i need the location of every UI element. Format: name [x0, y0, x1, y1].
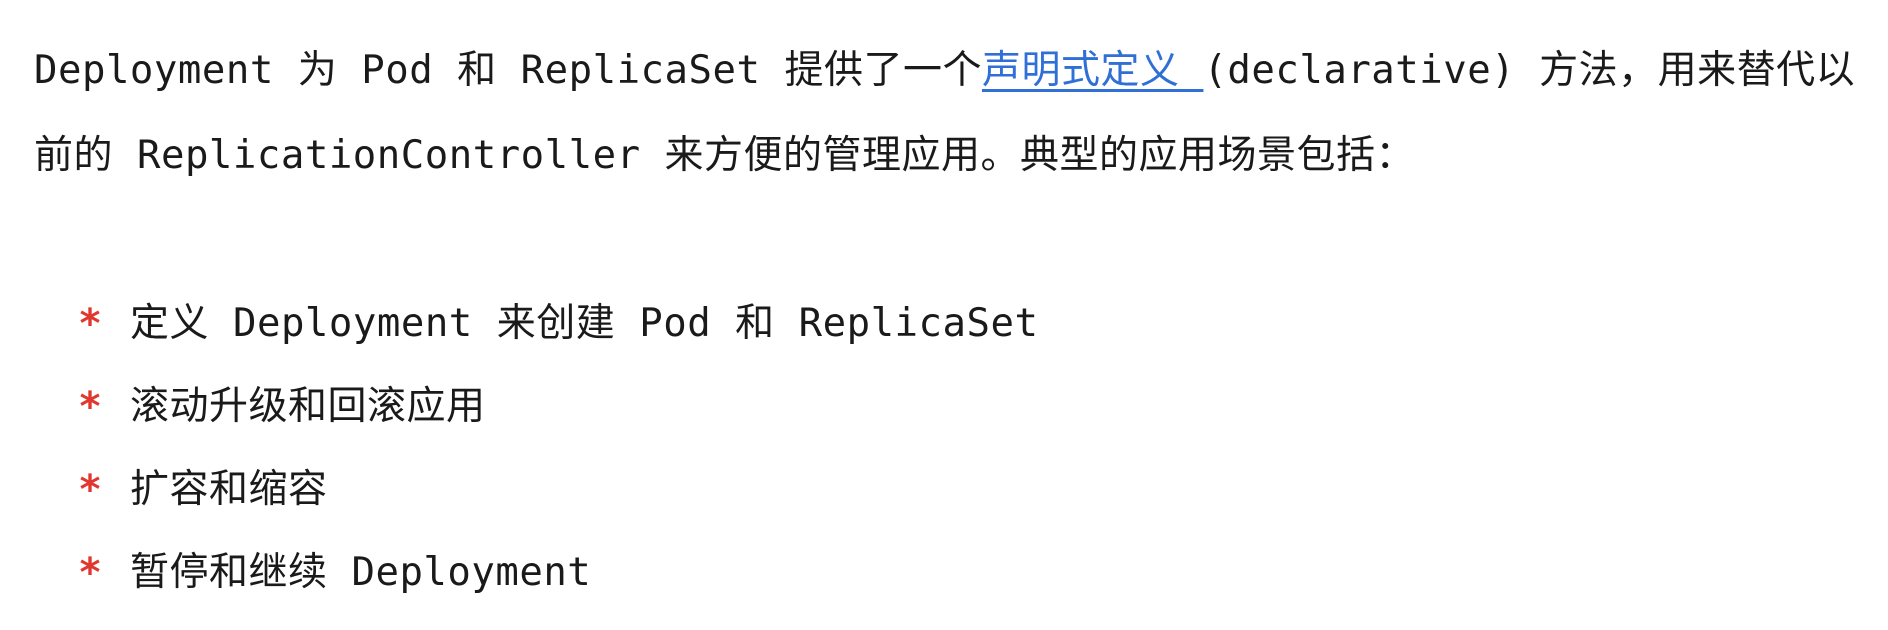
list-item: * 暂停和继续 Deployment — [78, 527, 1038, 610]
list-item: * 滚动升级和回滚应用 — [78, 361, 1038, 444]
declarative-definition-link[interactable]: 声明式定义 — [982, 48, 1203, 93]
list-item-text: 暂停和继续 Deployment — [130, 549, 592, 595]
list-item-text: 定义 Deployment 来创建 Pod 和 ReplicaSet — [130, 300, 1039, 346]
bullet-asterisk-icon: * — [78, 300, 103, 347]
bullet-asterisk-icon: * — [78, 549, 103, 596]
bullet-asterisk-icon: * — [78, 383, 103, 430]
bullet-asterisk-icon: * — [78, 466, 103, 513]
intro-text-part1: Deployment 为 Pod 和 ReplicaSet 提供了一个 — [34, 48, 982, 93]
intro-paragraph: Deployment 为 Pod 和 ReplicaSet 提供了一个声明式定义… — [34, 28, 1864, 198]
list-item-text: 滚动升级和回滚应用 — [130, 383, 486, 429]
list-item: * 扩容和缩容 — [78, 444, 1038, 527]
list-item: * 定义 Deployment 来创建 Pod 和 ReplicaSet — [78, 278, 1038, 361]
document-body: Deployment 为 Pod 和 ReplicaSet 提供了一个声明式定义… — [34, 28, 1864, 198]
use-case-list: * 定义 Deployment 来创建 Pod 和 ReplicaSet * 滚… — [78, 278, 1038, 610]
list-item-text: 扩容和缩容 — [130, 466, 328, 512]
